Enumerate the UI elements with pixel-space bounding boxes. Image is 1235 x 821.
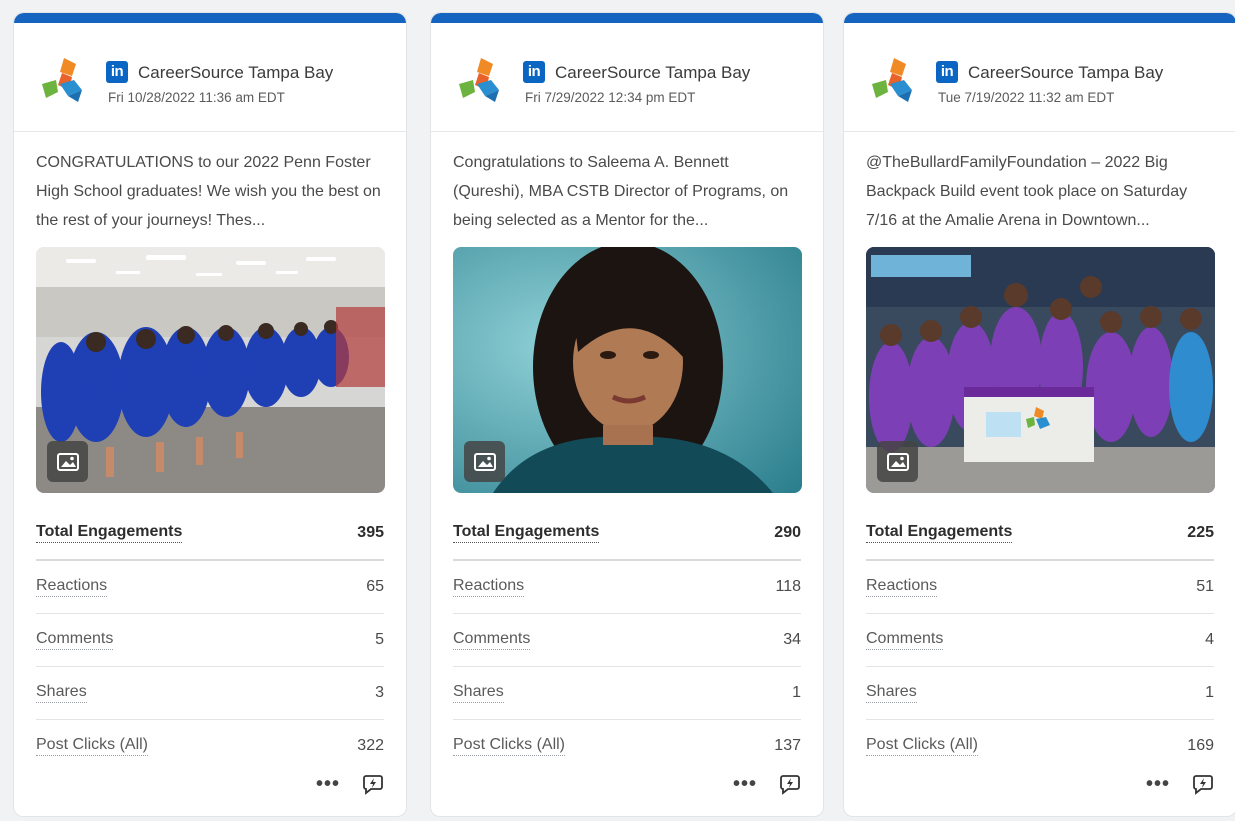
metric-value: 118 [775,578,801,595]
metric-value: 225 [1187,524,1214,541]
card-actions: ••• [1146,773,1214,795]
metric-row-reactions: Reactions 51 [866,561,1214,614]
metrics-table: Total Engagements 225 Reactions 51 Comme… [866,507,1214,772]
metric-row-reactions: Reactions 65 [36,561,384,614]
account-name[interactable]: CareerSource Tampa Bay [555,63,750,83]
metric-value: 4 [1205,631,1214,648]
post-image[interactable] [866,247,1215,493]
post-date: Fri 7/29/2022 12:34 pm EDT [525,90,696,105]
metric-label[interactable]: Reactions [453,577,525,597]
metric-label[interactable]: Shares [866,683,917,703]
more-options-icon[interactable]: ••• [316,774,340,794]
metric-value: 1 [1205,684,1214,701]
metric-value: 137 [774,737,801,754]
metric-row-comments: Comments 34 [453,614,801,667]
metric-row-comments: Comments 4 [866,614,1214,667]
metric-label[interactable]: Comments [866,630,944,650]
metric-value: 169 [1187,737,1214,754]
metric-label[interactable]: Post Clicks (All) [36,736,149,756]
post-date: Tue 7/19/2022 11:32 am EDT [938,90,1115,105]
card-header: in CareerSource Tampa Bay Fri 10/28/2022… [14,23,406,132]
metric-label[interactable]: Total Engagements [36,523,183,543]
post-card[interactable]: in CareerSource Tampa Bay Fri 7/29/2022 … [430,12,824,817]
card-actions: ••• [733,773,801,795]
metric-row-post-clicks: Post Clicks (All) 137 [453,720,801,772]
metric-label[interactable]: Reactions [866,577,938,597]
metric-value: 395 [357,524,384,541]
careersource-logo [459,58,499,102]
metric-value: 3 [375,684,384,701]
post-image[interactable] [453,247,802,493]
metric-label[interactable]: Total Engagements [866,523,1013,543]
volunteers-photo [866,247,1215,493]
metric-row-shares: Shares 1 [866,667,1214,720]
card-accent-bar [14,13,406,23]
post-text: CONGRATULATIONS to our 2022 Penn Foster … [36,154,381,229]
card-header: in CareerSource Tampa Bay Fri 7/29/2022 … [431,23,823,132]
metric-label[interactable]: Reactions [36,577,108,597]
metric-row-post-clicks: Post Clicks (All) 322 [36,720,384,772]
metric-value: 65 [366,578,384,595]
reply-icon[interactable] [779,773,801,795]
account-name[interactable]: CareerSource Tampa Bay [968,63,1163,83]
linkedin-icon: in [106,61,128,83]
account-name[interactable]: CareerSource Tampa Bay [138,63,333,83]
reply-icon[interactable] [1192,773,1214,795]
post-card[interactable]: in CareerSource Tampa Bay Tue 7/19/2022 … [843,12,1235,817]
metric-row-total-engagements: Total Engagements 395 [36,507,384,561]
metrics-table: Total Engagements 290 Reactions 118 Comm… [453,507,801,772]
image-icon [464,441,505,482]
post-image[interactable] [36,247,385,493]
card-accent-bar [844,13,1235,23]
metric-row-total-engagements: Total Engagements 225 [866,507,1214,561]
metric-label[interactable]: Shares [36,683,87,703]
metric-value: 5 [375,631,384,648]
careersource-logo [872,58,912,102]
metric-row-shares: Shares 1 [453,667,801,720]
graduates-photo [36,247,385,493]
image-icon [47,441,88,482]
image-icon [877,441,918,482]
metric-value: 34 [783,631,801,648]
metric-row-total-engagements: Total Engagements 290 [453,507,801,561]
portrait-photo [453,247,802,493]
metric-label[interactable]: Comments [453,630,531,650]
metric-row-comments: Comments 5 [36,614,384,667]
post-text: @TheBullardFamilyFoundation – 2022 Big B… [866,154,1188,229]
card-actions: ••• [316,773,384,795]
metric-value: 1 [792,684,801,701]
metric-label[interactable]: Post Clicks (All) [866,736,979,756]
metric-value: 290 [774,524,801,541]
card-accent-bar [431,13,823,23]
metric-row-post-clicks: Post Clicks (All) 169 [866,720,1214,772]
metric-label[interactable]: Post Clicks (All) [453,736,566,756]
metric-label[interactable]: Total Engagements [453,523,600,543]
linkedin-icon: in [523,61,545,83]
metrics-table: Total Engagements 395 Reactions 65 Comme… [36,507,384,772]
reply-icon[interactable] [362,773,384,795]
metric-value: 322 [357,737,384,754]
metric-row-shares: Shares 3 [36,667,384,720]
post-text: Congratulations to Saleema A. Bennett (Q… [453,154,789,229]
post-card[interactable]: in CareerSource Tampa Bay Fri 10/28/2022… [13,12,407,817]
metric-row-reactions: Reactions 118 [453,561,801,614]
metric-label[interactable]: Shares [453,683,504,703]
card-header: in CareerSource Tampa Bay Tue 7/19/2022 … [844,23,1235,132]
more-options-icon[interactable]: ••• [733,774,757,794]
metric-label[interactable]: Comments [36,630,114,650]
linkedin-icon: in [936,61,958,83]
more-options-icon[interactable]: ••• [1146,774,1170,794]
careersource-logo [42,58,82,102]
metric-value: 51 [1196,578,1214,595]
post-date: Fri 10/28/2022 11:36 am EDT [108,90,285,105]
